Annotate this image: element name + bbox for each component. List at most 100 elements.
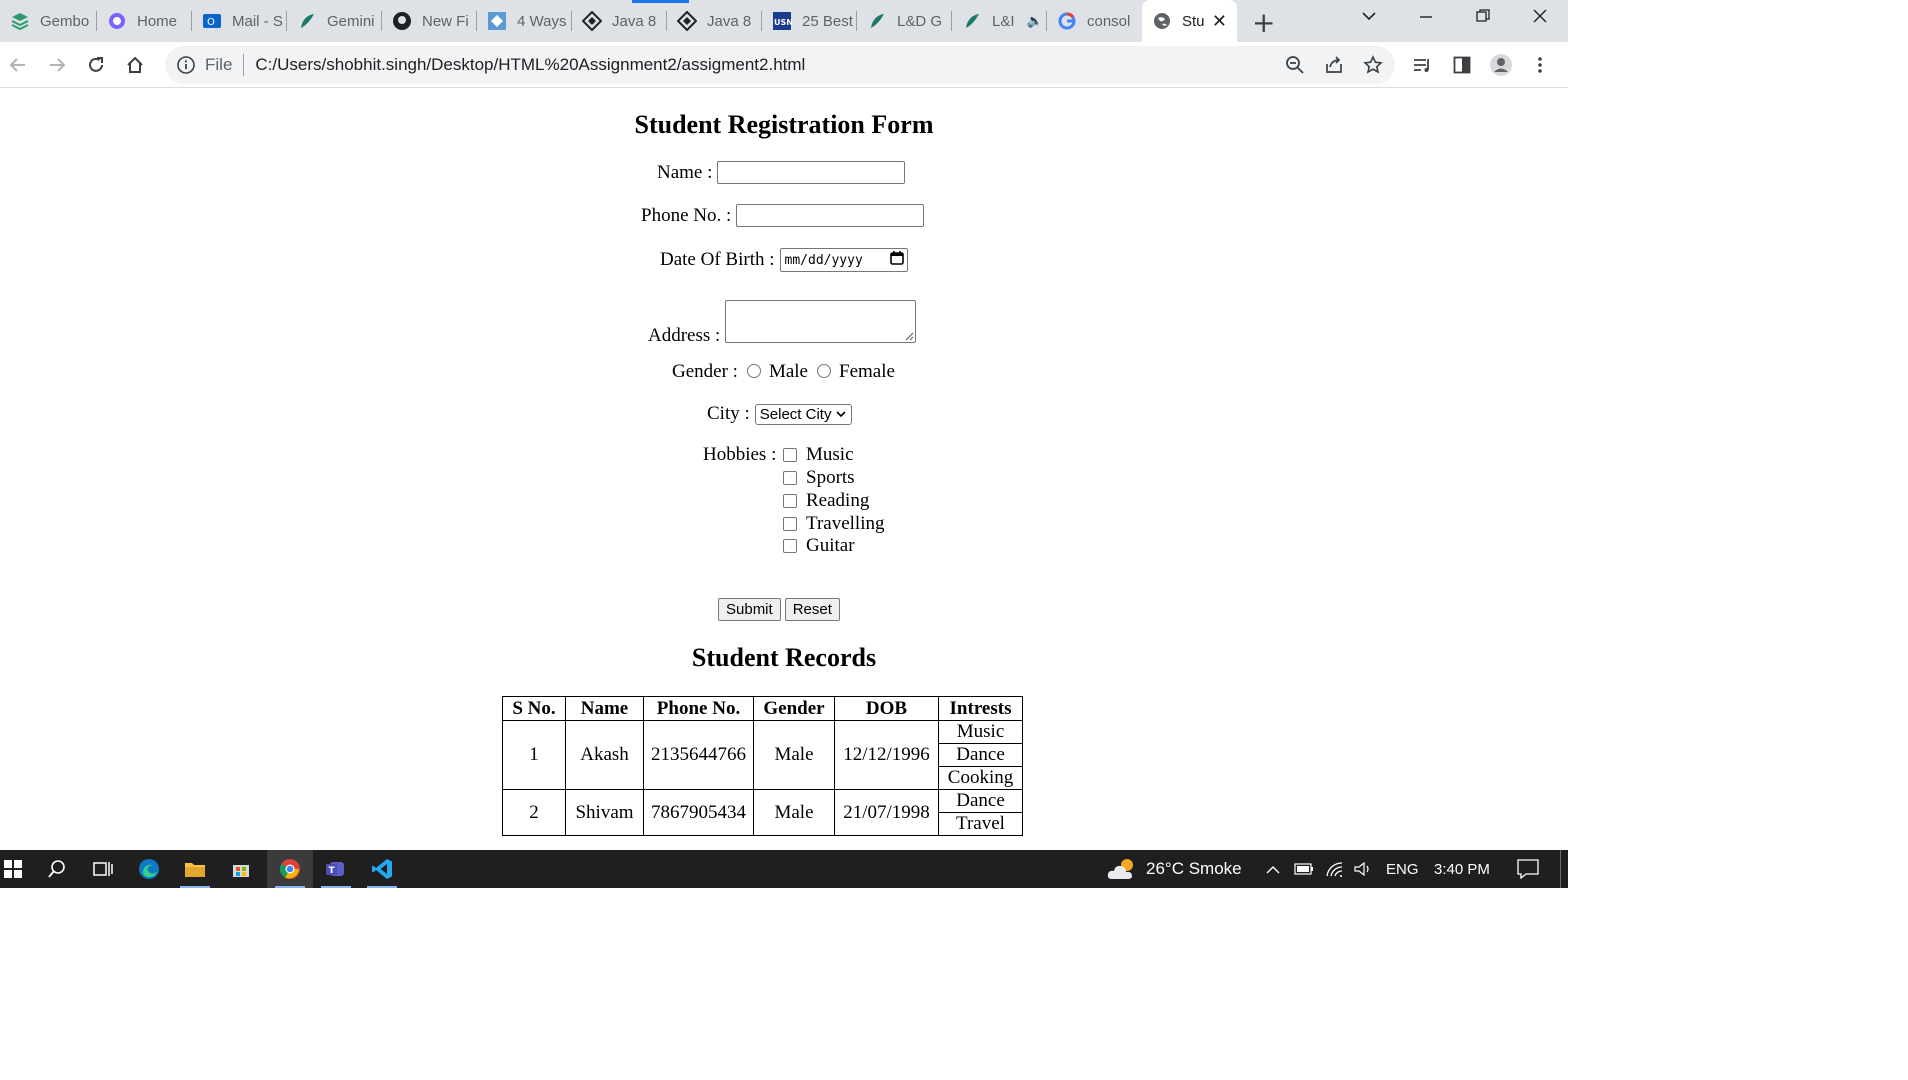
hobby-label: Music xyxy=(806,444,854,465)
share-icon[interactable] xyxy=(1322,53,1346,77)
reload-icon[interactable] xyxy=(83,52,109,78)
tab-new-file[interactable]: New Fi xyxy=(382,0,477,42)
google-icon xyxy=(1057,11,1077,31)
weather-widget[interactable]: 26°C Smoke xyxy=(1106,850,1242,888)
resize-handle-icon[interactable] xyxy=(904,331,914,341)
phone-input[interactable] xyxy=(736,204,925,227)
column-header: Intrests xyxy=(938,696,1023,721)
city-select[interactable]: Select City xyxy=(754,403,853,425)
tab-gembo[interactable]: Gembo xyxy=(0,0,97,42)
new-tab-button[interactable]: + xyxy=(1252,6,1275,39)
cell-sno: 2 xyxy=(502,789,566,836)
globe-icon xyxy=(1152,11,1172,31)
hobby-reading[interactable]: Reading xyxy=(783,490,869,512)
tab-mail[interactable]: O Mail - S xyxy=(192,0,287,42)
feather-icon xyxy=(297,11,317,31)
hobby-checkbox[interactable] xyxy=(783,539,797,553)
name-input[interactable] xyxy=(717,161,906,184)
profile-avatar-icon[interactable] xyxy=(1489,53,1513,77)
vscode-icon[interactable] xyxy=(359,850,405,888)
chrome-icon[interactable] xyxy=(267,850,313,888)
form-actions: Submit Reset xyxy=(718,598,840,621)
usn-icon: USN xyxy=(772,11,792,31)
cell-gender: Male xyxy=(753,720,835,790)
tab-ld-g[interactable]: L&D G xyxy=(857,0,952,42)
gender-female-radio[interactable] xyxy=(817,364,831,378)
minimize-button[interactable] xyxy=(1418,8,1434,29)
reset-button[interactable]: Reset xyxy=(784,598,840,621)
diamond-outline-icon xyxy=(582,11,602,31)
file-explorer-icon[interactable] xyxy=(172,850,218,888)
edge-icon[interactable] xyxy=(126,850,172,888)
battery-icon[interactable] xyxy=(1294,850,1314,888)
windows-start-icon[interactable] xyxy=(0,850,26,888)
hobby-sports[interactable]: Sports xyxy=(783,467,855,489)
address-bar[interactable]: File C:/Users/shobhit.singh/Desktop/HTML… xyxy=(165,46,1395,84)
close-window-button[interactable] xyxy=(1532,8,1548,29)
clock[interactable]: 3:40 PM xyxy=(1434,850,1490,888)
show-desktop-divider[interactable] xyxy=(1560,850,1561,888)
tab-4-ways[interactable]: 4 Ways xyxy=(477,0,572,42)
star-icon[interactable] xyxy=(1361,53,1385,77)
reading-list-icon[interactable] xyxy=(1410,53,1434,77)
column-header: Phone No. xyxy=(643,696,754,721)
volume-icon[interactable] xyxy=(1354,850,1374,888)
records-title: Student Records xyxy=(691,643,877,672)
hobby-travelling[interactable]: Travelling xyxy=(783,513,884,535)
github-icon xyxy=(392,11,412,31)
speaker-icon[interactable]: 🔈 xyxy=(1027,14,1043,29)
forward-arrow-icon[interactable] xyxy=(44,52,70,78)
gender-male-radio[interactable] xyxy=(746,364,761,378)
hobby-checkbox[interactable] xyxy=(783,517,797,531)
dob-input[interactable]: mm/dd/yyyy xyxy=(779,248,908,272)
tab-search-chevron-icon[interactable] xyxy=(1361,8,1377,29)
cell-phone: 2135644766 xyxy=(643,720,754,790)
hobby-checkbox[interactable] xyxy=(783,471,797,485)
calendar-icon[interactable] xyxy=(889,251,904,269)
tab-ld-audio[interactable]: L&I 🔈 xyxy=(952,0,1047,42)
search-icon[interactable] xyxy=(34,850,80,888)
zoom-out-icon[interactable] xyxy=(1283,53,1307,77)
svg-text:T: T xyxy=(329,866,336,876)
teams-icon[interactable]: T xyxy=(313,850,359,888)
hobby-checkbox[interactable] xyxy=(783,494,797,508)
show-hidden-icons-chevron-icon[interactable] xyxy=(1265,850,1281,888)
tab-home[interactable]: Home xyxy=(97,0,192,42)
side-panel-icon[interactable] xyxy=(1450,53,1474,77)
city-selected-value: Select City xyxy=(759,405,832,423)
hobby-guitar[interactable]: Guitar xyxy=(783,535,855,557)
notification-icon[interactable] xyxy=(1517,850,1539,888)
language-indicator[interactable]: ENG xyxy=(1386,850,1419,888)
page-content: Student Registration Form Name : Phone N… xyxy=(0,89,1568,850)
cell-dob: 21/07/1998 xyxy=(834,789,939,836)
kebab-menu-icon[interactable] xyxy=(1528,53,1552,77)
restore-button[interactable] xyxy=(1475,8,1491,29)
task-view-icon[interactable] xyxy=(80,850,126,888)
hobby-checkbox[interactable] xyxy=(783,448,797,462)
home-icon[interactable] xyxy=(122,52,148,78)
tab-25-best[interactable]: USN 25 Best xyxy=(762,0,857,42)
tab-label: consol xyxy=(1087,12,1131,30)
close-tab-icon[interactable]: ✕ xyxy=(1212,11,1227,32)
address-textarea[interactable] xyxy=(725,300,917,343)
tab-label: 4 Ways xyxy=(517,12,567,30)
tab-console[interactable]: consol xyxy=(1047,0,1142,42)
tab-java-8-a[interactable]: Java 8 xyxy=(572,0,667,42)
cell-sno: 1 xyxy=(502,720,566,790)
wifi-icon[interactable] xyxy=(1325,850,1345,888)
tab-gemini[interactable]: Gemini xyxy=(287,0,382,42)
dob-placeholder: mm/dd/yyyy xyxy=(784,252,863,268)
tab-label: L&I xyxy=(992,12,1015,30)
tab-java-8-b[interactable]: Java 8 xyxy=(667,0,762,42)
hobbies-label-row: Hobbies : xyxy=(703,444,776,466)
submit-button[interactable]: Submit xyxy=(718,598,781,621)
store-icon[interactable] xyxy=(218,850,264,888)
hobby-music[interactable]: Music xyxy=(783,444,854,466)
tab-student-active[interactable]: Stu ✕ xyxy=(1142,0,1237,42)
hobby-label: Sports xyxy=(806,467,855,488)
info-icon[interactable] xyxy=(176,55,196,80)
address-row: Address : xyxy=(648,293,917,346)
cell-interest: Travel xyxy=(938,812,1023,836)
url-text[interactable]: C:/Users/shobhit.singh/Desktop/HTML%20As… xyxy=(255,55,805,75)
back-arrow-icon[interactable] xyxy=(5,52,31,78)
